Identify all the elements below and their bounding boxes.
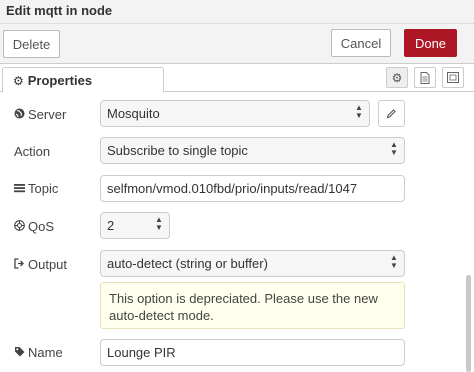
action-select-value: Subscribe to single topic [107,143,248,158]
name-label-text: Name [28,345,63,360]
properties-form: Server Mosquito ▲ ▼ Action Subscribe to s… [0,92,474,372]
pencil-icon [386,109,396,119]
tag-icon [14,346,28,360]
server-label: Server [14,107,66,122]
tab-properties-label: Properties [27,73,93,88]
select-arrows-icon: ▲ ▼ [355,103,363,120]
done-button[interactable]: Done [404,29,457,57]
tabs-row: ⚙ Properties ⚙ [0,64,474,93]
select-arrows-icon: ▲ ▼ [390,140,398,157]
qos-select[interactable]: 2 ▲ ▼ [100,212,170,239]
scrollbar[interactable] [466,275,471,372]
name-input[interactable]: Lounge PIR [100,339,405,366]
name-label: Name [14,345,63,360]
appearance-tab-button[interactable] [442,67,464,88]
qos-select-value: 2 [107,218,115,233]
output-select[interactable]: auto-detect (string or buffer) ▲ ▼ [100,250,405,277]
edit-server-button[interactable] [378,100,405,127]
topic-label: Topic [14,181,58,196]
gear-icon: ⚙ [391,70,403,85]
server-select-value: Mosquito [107,106,160,121]
node-properties-tab-button[interactable]: ⚙ [386,67,408,88]
action-label: Action [14,144,51,159]
globe-icon [14,108,28,122]
tab-properties[interactable]: ⚙ Properties [2,67,164,93]
output-label-text: Output [28,257,68,272]
server-select[interactable]: Mosquito ▲ ▼ [100,100,370,127]
sign-out-icon [14,258,28,272]
description-icon [420,71,430,84]
deprecation-tip: This option is depreciated. Please use t… [100,282,405,329]
dialog-toolbar: Delete Cancel Done [0,24,474,64]
action-select[interactable]: Subscribe to single topic ▲ ▼ [100,137,405,164]
select-arrows-icon: ▲ ▼ [390,253,398,270]
output-label: Output [14,257,67,272]
dialog-title: Edit mqtt in node [6,3,113,18]
cancel-button[interactable]: Cancel [331,29,391,57]
title-bar: Edit mqtt in node [0,0,474,24]
empire-icon [14,220,28,234]
qos-label: QoS [14,219,54,234]
output-select-value: auto-detect (string or buffer) [107,256,268,271]
description-tab-button[interactable] [414,67,436,88]
qos-label-text: QoS [28,219,55,234]
topic-input[interactable]: selfmon/vmod.010fbd/prio/inputs/read/104… [100,175,405,202]
server-label-text: Server [28,107,67,122]
delete-button[interactable]: Delete [3,30,60,58]
appearance-icon [447,72,459,83]
tasks-icon [14,182,28,196]
topic-label-text: Topic [28,181,59,196]
select-arrows-icon: ▲ ▼ [155,215,163,232]
gear-icon: ⚙ [13,74,24,88]
